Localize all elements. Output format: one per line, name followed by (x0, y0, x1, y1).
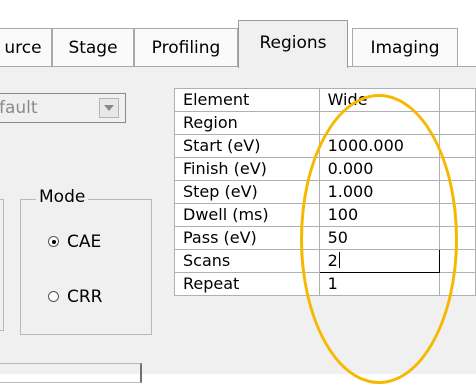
table-row: Scans 2 (174, 249, 476, 273)
left-group-box (0, 199, 4, 331)
grid-empty-cell (438, 134, 476, 158)
grid-empty-cell (438, 88, 476, 112)
tab-imaging[interactable]: Imaging (352, 28, 458, 66)
table-row: Start (eV) 1000.000 (174, 134, 476, 158)
scans-value: 2 (327, 251, 338, 270)
grid-empty-cell (438, 272, 476, 296)
chevron-down-icon (104, 105, 114, 111)
tab-regions[interactable]: Regions (238, 20, 348, 68)
radio-selected-icon (48, 236, 59, 247)
tab-label: Profiling (151, 38, 221, 58)
region-parameters-grid: Element Wide Region Start (eV) 1000.000 … (174, 88, 476, 296)
bottom-group-box (0, 363, 142, 383)
grid-empty-cell (438, 203, 476, 227)
tab-source[interactable]: urce (0, 28, 52, 66)
table-row: Finish (eV) 0.000 (174, 157, 476, 181)
dwell-time-cell[interactable]: 100 (318, 203, 440, 227)
grid-header-label: Element (174, 88, 320, 112)
dropdown-button[interactable] (99, 98, 119, 118)
row-label: Finish (eV) (174, 157, 320, 181)
table-row: Step (eV) 1.000 (174, 180, 476, 204)
grid-empty-cell (438, 157, 476, 181)
text-caret (338, 252, 340, 268)
radio-label: CAE (67, 232, 102, 252)
preset-combobox[interactable]: fault (0, 93, 126, 123)
tab-stage[interactable]: Stage (52, 28, 134, 66)
tab-label: Regions (259, 33, 327, 53)
row-label: Pass (eV) (174, 226, 320, 250)
tab-label: Imaging (370, 38, 440, 58)
table-row: Repeat 1 (174, 272, 476, 296)
table-row: Dwell (ms) 100 (174, 203, 476, 227)
grid-empty-cell (438, 180, 476, 204)
start-energy-cell[interactable]: 1000.000 (318, 134, 440, 158)
finish-energy-cell[interactable]: 0.000 (318, 157, 440, 181)
radio-unselected-icon (48, 291, 59, 302)
row-label: Scans (174, 249, 320, 273)
repeat-cell[interactable]: 1 (318, 272, 440, 296)
grid-empty-cell (438, 111, 476, 135)
region-cell[interactable] (318, 111, 440, 135)
tab-label: urce (4, 38, 42, 58)
grid-empty-cell (438, 226, 476, 250)
radio-label: CRR (67, 287, 103, 307)
table-row: Element Wide (174, 88, 476, 112)
mode-group-title: Mode (36, 186, 89, 208)
tab-label: Stage (68, 38, 118, 58)
tab-strip: urce Stage Profiling Regions Imaging (0, 0, 476, 68)
scans-edit-cell[interactable]: 2 (318, 249, 440, 273)
mode-group-box (20, 199, 152, 335)
grid-header-region-name[interactable]: Wide (318, 88, 440, 112)
table-row: Region (174, 111, 476, 135)
radio-crr[interactable]: CRR (48, 286, 103, 308)
radio-cae[interactable]: CAE (48, 231, 101, 253)
row-label: Region (174, 111, 320, 135)
preset-combobox-value: fault (0, 98, 38, 118)
step-energy-cell[interactable]: 1.000 (318, 180, 440, 204)
row-label: Repeat (174, 272, 320, 296)
table-row: Pass (eV) 50 (174, 226, 476, 250)
grid-empty-cell (438, 249, 476, 273)
tab-profiling[interactable]: Profiling (134, 28, 238, 66)
row-label: Dwell (ms) (174, 203, 320, 227)
row-label: Start (eV) (174, 134, 320, 158)
row-label: Step (eV) (174, 180, 320, 204)
pass-energy-cell[interactable]: 50 (318, 226, 440, 250)
